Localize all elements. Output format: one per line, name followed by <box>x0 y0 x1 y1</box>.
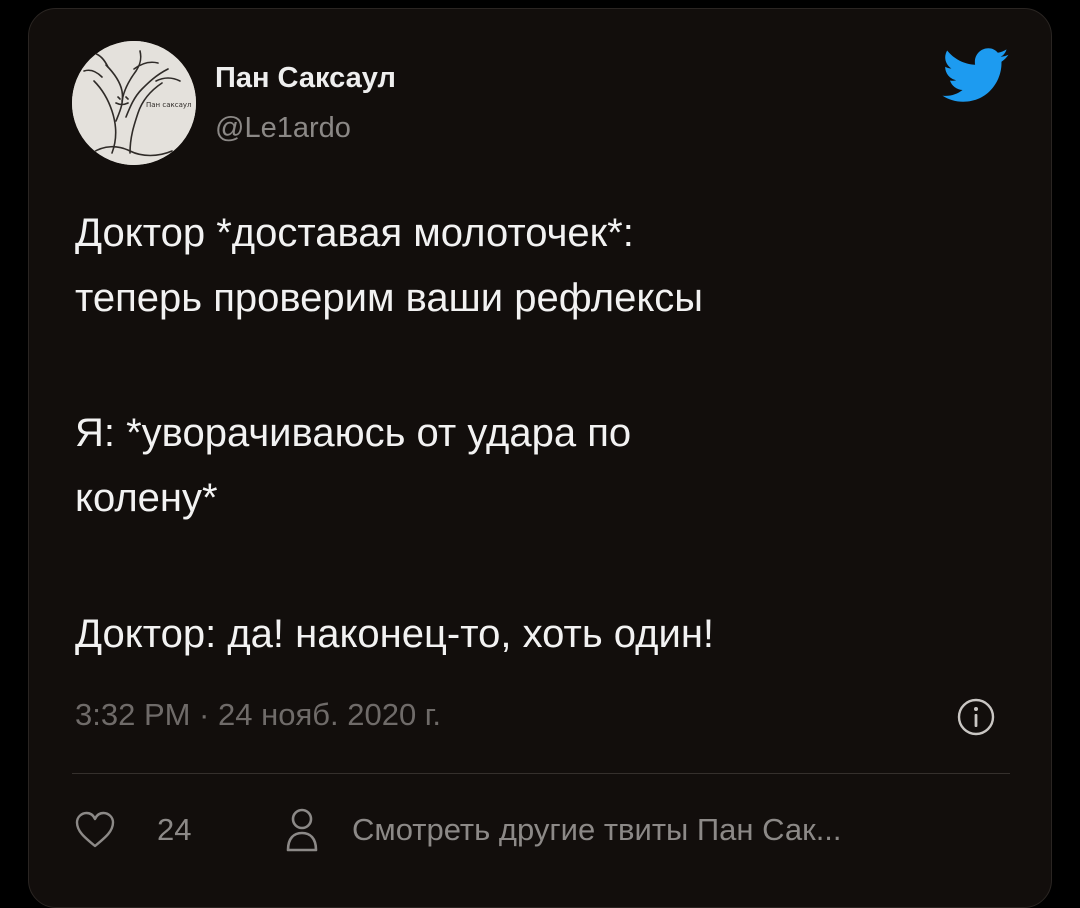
tweet-text-line: Я: *уворачиваюсь от удара по <box>75 411 632 455</box>
like-count: 24 <box>157 812 192 847</box>
tweet-text-line: Доктор: да! наконец-то, хоть один! <box>75 612 715 656</box>
heart-icon[interactable] <box>74 810 116 850</box>
divider <box>72 773 1010 774</box>
author-name[interactable]: Пан Саксаул <box>215 60 396 96</box>
info-icon[interactable] <box>956 697 996 737</box>
tweet-text-line: теперь проверим ваши рефлексы <box>75 276 704 320</box>
author-handle[interactable]: @Le1ardo <box>215 110 351 146</box>
person-icon[interactable] <box>285 806 319 854</box>
avatar-drawing: Пан саксаул <box>72 41 196 165</box>
view-more-tweets-link[interactable]: Смотреть другие твиты Пан Сак... <box>352 810 842 850</box>
avatar[interactable]: Пан саксаул <box>72 41 196 165</box>
tweet-text-line: Доктор *доставая молоточек*: <box>75 211 634 255</box>
tweet-timestamp[interactable]: 3:32 PM · 24 нояб. 2020 г. <box>75 695 441 735</box>
avatar-caption: Пан саксаул <box>146 101 191 109</box>
twitter-bird-icon[interactable] <box>942 48 1010 104</box>
tweet-text-line: колену* <box>75 476 218 520</box>
